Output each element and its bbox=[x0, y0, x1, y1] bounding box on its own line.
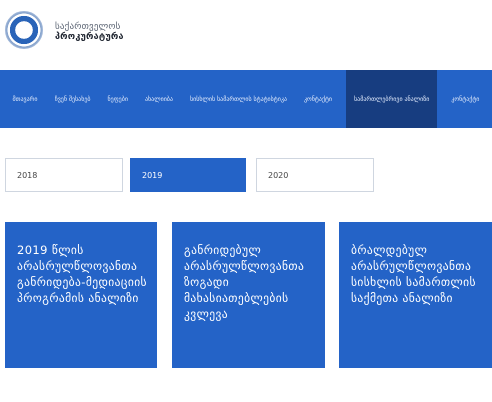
year-filter: 2018 2019 2020 bbox=[0, 158, 492, 194]
nav-item-about[interactable]: ჩვენ შესახებ bbox=[52, 70, 94, 128]
main-navigation: მთავარი ჩვენ შესახებ ნეფები ახალიიბა სის… bbox=[0, 70, 492, 128]
nav-item-3[interactable]: ნეფები bbox=[105, 70, 131, 128]
nav-item-contact[interactable]: კონტაქტი bbox=[301, 70, 335, 128]
report-card-1[interactable]: 2019 წლის არასრულწლოვანთა განრიდება-მედი… bbox=[5, 222, 157, 368]
nav-item-home[interactable]: მთავარი bbox=[10, 70, 41, 128]
nav-item-statistics[interactable]: სისხლის სამართლის სტატისტიკა bbox=[187, 70, 290, 128]
year-2020-button[interactable]: 2020 bbox=[256, 158, 374, 192]
prosecutor-emblem-icon[interactable] bbox=[5, 11, 43, 49]
report-cards: 2019 წლის არასრულწლოვანთა განრიდება-მედი… bbox=[0, 222, 492, 370]
nav-item-last[interactable]: კონტაქტი bbox=[448, 70, 482, 128]
logo-line-1: საქართველოს bbox=[55, 22, 121, 32]
logo-line-2: პროკურატურა bbox=[55, 32, 124, 43]
year-2019-button[interactable]: 2019 bbox=[130, 158, 246, 192]
nav-item-legal-analysis[interactable]: სამართლებრივი ანალიზი bbox=[346, 70, 438, 128]
site-logo-text[interactable]: საქართველოს პროკურატურა bbox=[55, 22, 124, 43]
report-card-3[interactable]: ბრალდებულ არასრულწლოვანთა სისხლის სამართ… bbox=[339, 222, 492, 368]
site-header: საქართველოს პროკურატურა bbox=[0, 0, 492, 70]
year-2018-button[interactable]: 2018 bbox=[5, 158, 123, 192]
report-card-2[interactable]: განრიდებულ არასრულწლოვანთა ზოგადი მახასი… bbox=[172, 222, 325, 368]
nav-item-news[interactable]: ახალიიბა bbox=[142, 70, 176, 128]
